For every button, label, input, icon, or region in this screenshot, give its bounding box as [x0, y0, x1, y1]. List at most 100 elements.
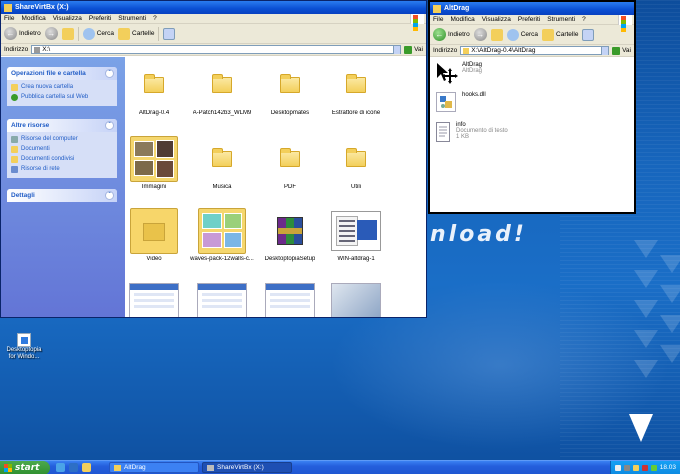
file-item[interactable]: info Documento di testo 1 KB	[436, 122, 628, 150]
item-label: Estrattore di icone	[331, 110, 381, 116]
address-input[interactable]: X:\AltDrag-0.4\AltDrag	[460, 46, 610, 55]
pictures-folder-icon	[130, 136, 178, 182]
folder-item[interactable]: AltDrag-0.4	[119, 61, 189, 116]
tray-network-icon[interactable]	[623, 464, 630, 471]
folder-item[interactable]: Estrattore di icone	[321, 61, 391, 116]
forward-button[interactable]: →	[473, 28, 487, 41]
menu-file[interactable]: File	[433, 16, 443, 23]
folder-item[interactable]: Desktopmates	[255, 61, 325, 116]
folder-item[interactable]: A-Patch142b3_WLM9	[187, 61, 257, 116]
address-dropdown[interactable]	[601, 46, 609, 55]
place-documents[interactable]: Documenti	[11, 144, 113, 154]
go-button[interactable]: Vai	[612, 46, 634, 55]
item-label: Musica	[212, 184, 232, 190]
file-item[interactable]	[321, 279, 391, 317]
browser-icon[interactable]	[56, 463, 65, 472]
start-label: start	[15, 462, 40, 473]
place-label: Documenti condivisi	[21, 156, 75, 162]
folder-item[interactable]: Musica	[187, 135, 257, 190]
menu-preferiti[interactable]: Preferiti	[89, 15, 111, 22]
folder-item[interactable]: Video	[119, 207, 189, 262]
panel-header[interactable]: Operazioni file e cartella ˆ	[7, 67, 117, 80]
menu-help[interactable]: ?	[582, 16, 586, 23]
forward-button[interactable]: →	[44, 27, 58, 40]
go-label: Vai	[622, 47, 631, 54]
menu-preferiti[interactable]: Preferiti	[518, 16, 540, 23]
file-item[interactable]: WIN-altdrag-1	[321, 207, 391, 262]
place-network[interactable]: Risorse di rete	[11, 164, 113, 174]
up-folder-icon[interactable]	[490, 28, 503, 41]
menu-visualizza[interactable]: Visualizza	[482, 16, 511, 23]
place-my-computer[interactable]: Risorse del computer	[11, 134, 113, 144]
file-item[interactable]	[187, 279, 257, 317]
documents-icon	[11, 145, 18, 153]
task-label: AltDrag	[124, 464, 146, 471]
folder-item[interactable]: Immagini	[119, 135, 189, 190]
place-shared-documents[interactable]: Documenti condivisi	[11, 154, 113, 164]
explorer-icon[interactable]	[82, 463, 91, 472]
windows-flag-icon	[618, 15, 632, 32]
explorer-window-altdrag[interactable]: AltDrag File Modifica Visualizza Preferi…	[428, 0, 636, 214]
menu-strumenti[interactable]: Strumenti	[547, 16, 575, 23]
task-altdrag[interactable]: AltDrag	[109, 462, 199, 473]
clock[interactable]: 18.03	[660, 464, 676, 471]
views-icon[interactable]	[582, 28, 595, 41]
tray-shield-icon[interactable]	[632, 464, 639, 471]
title-bar[interactable]: ShareVirtBx (X:)	[1, 1, 426, 14]
task-sharevirtbx[interactable]: ShareVirtBx (X:)	[202, 462, 292, 473]
chevron-decoration	[634, 300, 658, 318]
file-item[interactable]	[255, 279, 325, 317]
file-item[interactable]	[119, 279, 189, 317]
tray-update-icon[interactable]	[650, 464, 657, 471]
menu-visualizza[interactable]: Visualizza	[53, 15, 82, 22]
panel-header[interactable]: Dettagli ˇ	[7, 189, 117, 202]
panel-other-places: Altre risorse ˆ Risorse del computer Docu…	[7, 119, 117, 178]
menu-file[interactable]: File	[4, 15, 14, 22]
desktop-icon-desktoptopia[interactable]: Desktoptopia for Windo...	[4, 333, 44, 361]
collapse-icon[interactable]: ˆ	[105, 69, 114, 78]
computer-icon	[11, 135, 18, 143]
file-item[interactable]: DesktoptopiaSetup	[255, 207, 325, 262]
expand-icon[interactable]: ˇ	[105, 191, 114, 200]
screenshot-thumbnail-icon	[265, 283, 315, 317]
menu-modifica[interactable]: Modifica	[21, 15, 45, 22]
folder-item[interactable]: PDF	[255, 135, 325, 190]
task-new-folder[interactable]: Crea nuova cartella	[11, 82, 113, 92]
item-label: Immagini	[141, 184, 167, 190]
image-thumbnail-icon	[331, 211, 381, 251]
start-button[interactable]: start	[0, 460, 50, 474]
search-label: Cerca	[520, 31, 539, 38]
separator	[77, 26, 79, 41]
explorer-window-sharevirtbx[interactable]: ShareVirtBx (X:) File Modifica Visualizz…	[0, 0, 427, 318]
folder-item[interactable]: Utili	[321, 135, 391, 190]
back-label: Indietro	[19, 30, 41, 37]
tray-alert-icon[interactable]	[641, 464, 648, 471]
up-folder-icon[interactable]	[61, 27, 74, 40]
search-button[interactable]: Cerca	[82, 27, 114, 40]
screenshot-thumbnail-icon	[129, 283, 179, 317]
tray-app-icon[interactable]	[614, 464, 621, 471]
collapse-icon[interactable]: ˆ	[105, 121, 114, 130]
views-icon[interactable]	[163, 27, 176, 40]
folders-button[interactable]: Cartelle	[118, 27, 154, 40]
explorer-body: Operazioni file e cartella ˆ Crea nuova c…	[1, 57, 426, 317]
menu-modifica[interactable]: Modifica	[450, 16, 474, 23]
panel-header[interactable]: Altre risorse ˆ	[7, 119, 117, 132]
address-input[interactable]: X:\	[31, 45, 402, 54]
folder-item[interactable]: waves-pack-12walls-c...	[187, 207, 257, 262]
back-button[interactable]: ← Indietro	[4, 27, 41, 40]
menu-strumenti[interactable]: Strumenti	[118, 15, 146, 22]
task-label: ShareVirtBx (X:)	[217, 464, 264, 471]
back-button[interactable]: ← Indietro	[433, 28, 470, 41]
folders-button[interactable]: Cartelle	[542, 28, 578, 41]
task-publish-web[interactable]: Pubblica cartella sul Web	[11, 92, 113, 102]
go-button[interactable]: Vai	[404, 45, 426, 54]
address-dropdown[interactable]	[393, 45, 401, 54]
chevron-decoration	[634, 270, 658, 288]
title-bar[interactable]: AltDrag	[430, 2, 634, 15]
desktop-icon[interactable]	[69, 463, 78, 472]
file-item[interactable]: AltDrag AltDrag	[436, 62, 628, 90]
file-item[interactable]: hooks.dll	[436, 92, 628, 120]
search-button[interactable]: Cerca	[506, 28, 539, 41]
menu-help[interactable]: ?	[153, 15, 157, 22]
